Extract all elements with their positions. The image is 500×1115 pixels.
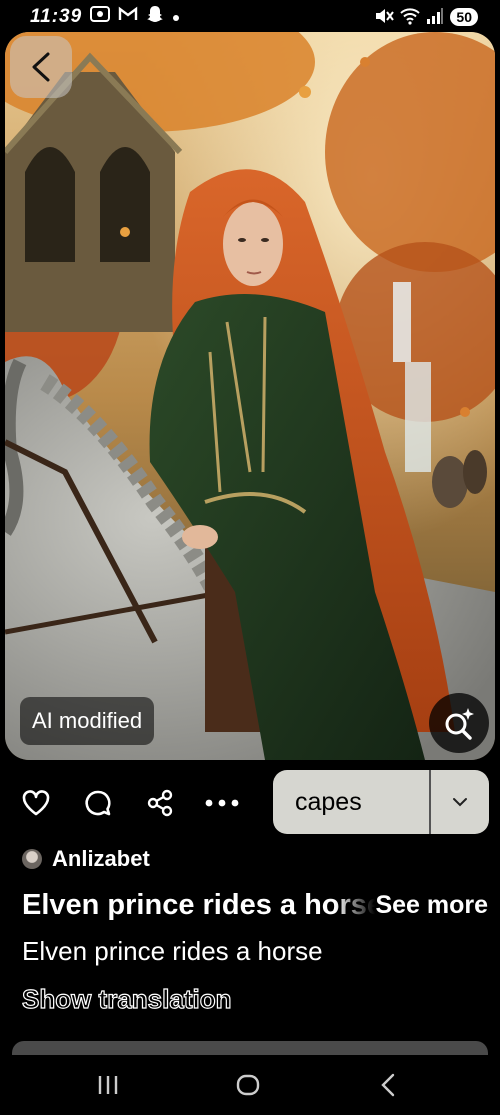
comments-sheet-handle[interactable]: [12, 1041, 488, 1055]
back-button[interactable]: [10, 36, 72, 98]
battery-icon: 50: [450, 8, 478, 26]
pin-image[interactable]: [5, 32, 495, 760]
home-icon[interactable]: [228, 1067, 268, 1103]
comment-icon[interactable]: [81, 786, 115, 820]
lens-sparkle-icon: [445, 708, 474, 740]
snapchat-icon: [146, 5, 164, 29]
ai-modified-label: AI modified: [20, 697, 155, 745]
author-name[interactable]: Anlizabet: [52, 846, 150, 872]
chevron-left-icon: [32, 52, 50, 82]
avatar[interactable]: [22, 849, 42, 869]
see-more-button[interactable]: See more: [375, 891, 488, 920]
status-time: 11:39: [30, 6, 83, 27]
status-left: 11:39: [30, 5, 180, 29]
status-bar: 11:39 50: [0, 0, 500, 34]
heart-icon[interactable]: [19, 786, 53, 820]
share-icon[interactable]: [143, 786, 177, 820]
author-row[interactable]: Anlizabet: [22, 846, 150, 872]
gmail-icon: [118, 6, 138, 28]
board-select[interactable]: capes: [273, 770, 489, 834]
navigation-bar: [0, 1055, 500, 1115]
recent-apps-icon[interactable]: [88, 1067, 128, 1103]
title-row: Elven prince rides a horse See more: [22, 884, 488, 926]
pin-title: Elven prince rides a horse: [22, 888, 384, 921]
mute-icon: [374, 7, 395, 28]
gallery-icon: [90, 5, 111, 29]
pin-illustration: [5, 32, 495, 760]
dot-icon: [172, 6, 180, 28]
wifi-icon: [400, 7, 421, 28]
see-more-wrap: See more: [335, 884, 488, 926]
chevron-down-icon[interactable]: [431, 770, 489, 834]
action-row: capes: [0, 770, 500, 836]
board-name[interactable]: capes: [273, 770, 431, 834]
back-nav-icon[interactable]: [368, 1067, 408, 1103]
pin-description: Elven prince rides a horse: [22, 936, 323, 966]
visual-search-button[interactable]: [429, 693, 489, 753]
show-translation-link[interactable]: Show translation: [21, 983, 232, 1015]
status-right: 50: [374, 7, 478, 28]
signal-icon: [426, 7, 444, 28]
more-icon[interactable]: [205, 786, 239, 820]
